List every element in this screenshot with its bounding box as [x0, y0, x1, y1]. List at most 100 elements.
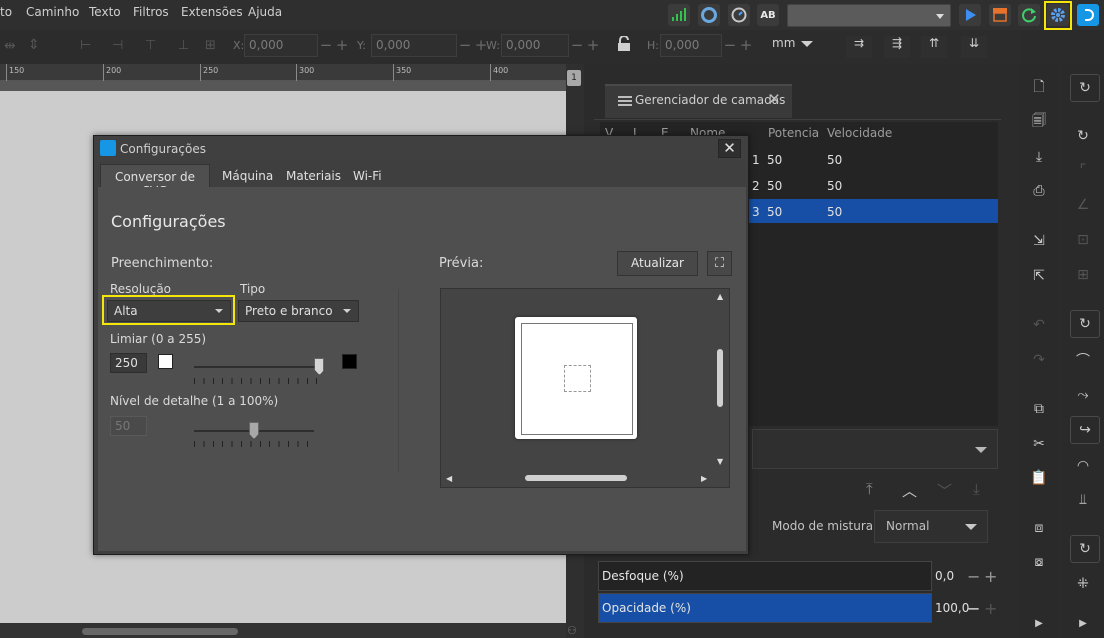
y-minus-button[interactable]: − — [457, 34, 473, 57]
expand-left-icon[interactable]: ▶ — [1029, 613, 1049, 633]
table-row[interactable] — [749, 173, 998, 197]
move-top-icon[interactable]: ⤒ — [866, 480, 873, 498]
type-select[interactable]: Preto e branco — [238, 300, 359, 322]
fullscreen-icon[interactable]: ⛶ — [707, 251, 732, 276]
print-icon[interactable]: ⎙ — [1029, 181, 1049, 201]
lock-object-icon[interactable]: ⧇ — [1029, 552, 1049, 572]
table-row[interactable] — [749, 147, 998, 171]
threshold-slider[interactable] — [194, 366, 322, 368]
preview-vertical-scroll-thumb[interactable] — [717, 349, 723, 407]
array-icon[interactable]: ⁜ — [1073, 574, 1093, 594]
app-logo-icon[interactable] — [1077, 4, 1099, 26]
opacity-plus-button[interactable]: + — [984, 599, 997, 618]
align-v-icon[interactable]: ⇕ — [28, 37, 40, 53]
cut-icon[interactable]: ✂ — [1029, 434, 1049, 454]
menu-item-path[interactable]: Caminho — [26, 5, 79, 19]
logo-mark-icon[interactable]: ↻ — [1073, 126, 1093, 146]
lock-icon[interactable] — [617, 35, 631, 55]
new-file-icon[interactable]: 🗋 — [1029, 78, 1049, 98]
arc-icon[interactable]: ⌒ — [1073, 350, 1093, 370]
store-icon[interactable] — [989, 4, 1011, 26]
grid-icon[interactable]: ⊞ — [1073, 265, 1093, 285]
device-select[interactable] — [787, 4, 951, 27]
blur-plus-button[interactable]: + — [984, 567, 997, 586]
threshold-field[interactable]: 250 — [110, 353, 147, 373]
h-field[interactable]: 0,000 — [660, 34, 722, 57]
h-plus-button[interactable]: + — [738, 34, 754, 57]
node-icon[interactable]: ⌜ — [1073, 160, 1093, 180]
detail-field[interactable]: 50 — [110, 416, 147, 436]
open-file-icon[interactable]: 🗐 — [1029, 112, 1049, 132]
menu-item-edit[interactable]: to — [0, 5, 12, 19]
semicircle-icon[interactable]: ◠ — [1073, 456, 1093, 476]
group-icon[interactable]: ⧈ — [1029, 518, 1049, 538]
duplicate-icon[interactable]: ⧉ — [1029, 399, 1049, 419]
align-bottom-icon[interactable]: ⊞ — [205, 38, 216, 53]
scroll-down-icon[interactable]: ▼ — [717, 457, 723, 466]
tab-svg-converter[interactable]: Conversor de SVG — [100, 164, 210, 198]
scroll-left-icon[interactable]: ◀ — [446, 474, 452, 483]
align-center-icon[interactable]: ⊣ — [112, 38, 123, 53]
lower-icon[interactable]: ⇶ — [884, 36, 910, 58]
grid-corner-icon[interactable]: ⊡ — [1073, 230, 1093, 250]
dialog-close-button[interactable]: ✕ — [718, 139, 741, 158]
export-icon[interactable]: ⇱ — [1029, 266, 1049, 286]
page-one-icon[interactable]: 1 — [567, 70, 581, 86]
gear-icon[interactable] — [1047, 4, 1069, 26]
x-minus-button[interactable]: − — [318, 34, 334, 57]
update-button[interactable]: Atualizar — [617, 251, 698, 276]
unit-select[interactable]: mm — [772, 36, 795, 50]
paste-icon[interactable]: 📋 — [1029, 468, 1049, 488]
expand-right-icon[interactable]: ▶ — [1073, 613, 1093, 633]
x-field[interactable]: 0,000 — [244, 34, 318, 57]
menu-item-text[interactable]: Texto — [89, 5, 121, 19]
table-row-selected[interactable] — [749, 199, 998, 223]
h-minus-button[interactable]: − — [722, 34, 738, 57]
align-h-icon[interactable]: ⇹ — [4, 38, 16, 54]
black-swatch[interactable] — [342, 354, 357, 369]
menu-item-extensions[interactable]: Extensões — [181, 5, 243, 19]
lifebuoy-icon[interactable] — [698, 4, 720, 26]
menu-item-help[interactable]: Ajuda — [248, 5, 282, 19]
menu-item-filters[interactable]: Filtros — [133, 5, 169, 19]
raise-icon[interactable]: ⇉ — [846, 36, 872, 58]
download-icon[interactable]: ⤓ — [1029, 147, 1049, 167]
scroll-right-icon[interactable]: ▶ — [701, 474, 707, 483]
y-field[interactable]: 0,000 — [371, 34, 457, 57]
tab-wifi[interactable]: Wi-Fi — [353, 164, 382, 188]
w-field[interactable]: 0,000 — [501, 34, 569, 57]
blend-mode-select[interactable]: Normal — [874, 510, 988, 543]
refresh-icon[interactable] — [1018, 4, 1040, 26]
move-down-icon[interactable]: ﹀ — [937, 480, 952, 501]
network-icon[interactable]: ⚇ — [567, 624, 577, 637]
align-left-icon[interactable]: ⊢ — [80, 38, 91, 53]
move-bottom-icon[interactable]: ⤓ — [973, 480, 980, 498]
import-icon[interactable]: ⇲ — [1029, 231, 1049, 251]
scroll-up-icon[interactable]: ▲ — [717, 292, 723, 301]
x-plus-button[interactable]: + — [334, 34, 350, 57]
layer-options-select[interactable] — [752, 429, 998, 469]
redo-icon[interactable]: ↷ — [1029, 350, 1049, 370]
bottom-icon[interactable]: ⇊ — [961, 36, 987, 58]
gauge-icon[interactable] — [728, 4, 750, 26]
w-minus-button[interactable]: − — [569, 34, 585, 57]
close-icon[interactable]: ✕ — [768, 90, 781, 108]
white-swatch[interactable] — [158, 354, 173, 369]
opacity-minus-button[interactable]: − — [967, 599, 980, 618]
tab-machine[interactable]: Máquina — [222, 164, 273, 188]
preview-horizontal-scroll-thumb[interactable] — [525, 475, 627, 481]
tab-materials[interactable]: Materiais — [286, 164, 341, 188]
canvas-scroll-thumb[interactable] — [82, 628, 238, 635]
curve-icon[interactable]: ⤳ — [1073, 385, 1093, 405]
align-right-icon[interactable]: ⊤ — [145, 38, 156, 53]
move-up-icon[interactable]: ︿ — [902, 480, 917, 501]
ab-button[interactable]: AB — [757, 4, 779, 26]
w-plus-button[interactable]: + — [585, 34, 601, 57]
angle-icon[interactable]: ∠ — [1073, 195, 1093, 215]
signal-icon[interactable] — [668, 4, 690, 26]
top-icon[interactable]: ⇈ — [921, 36, 947, 58]
align-distribute-icon[interactable]: ⫫ — [1073, 490, 1093, 510]
align-top-icon[interactable]: ⊥ — [178, 38, 189, 53]
blur-minus-button[interactable]: − — [967, 567, 980, 586]
undo-icon[interactable]: ↶ — [1029, 315, 1049, 335]
